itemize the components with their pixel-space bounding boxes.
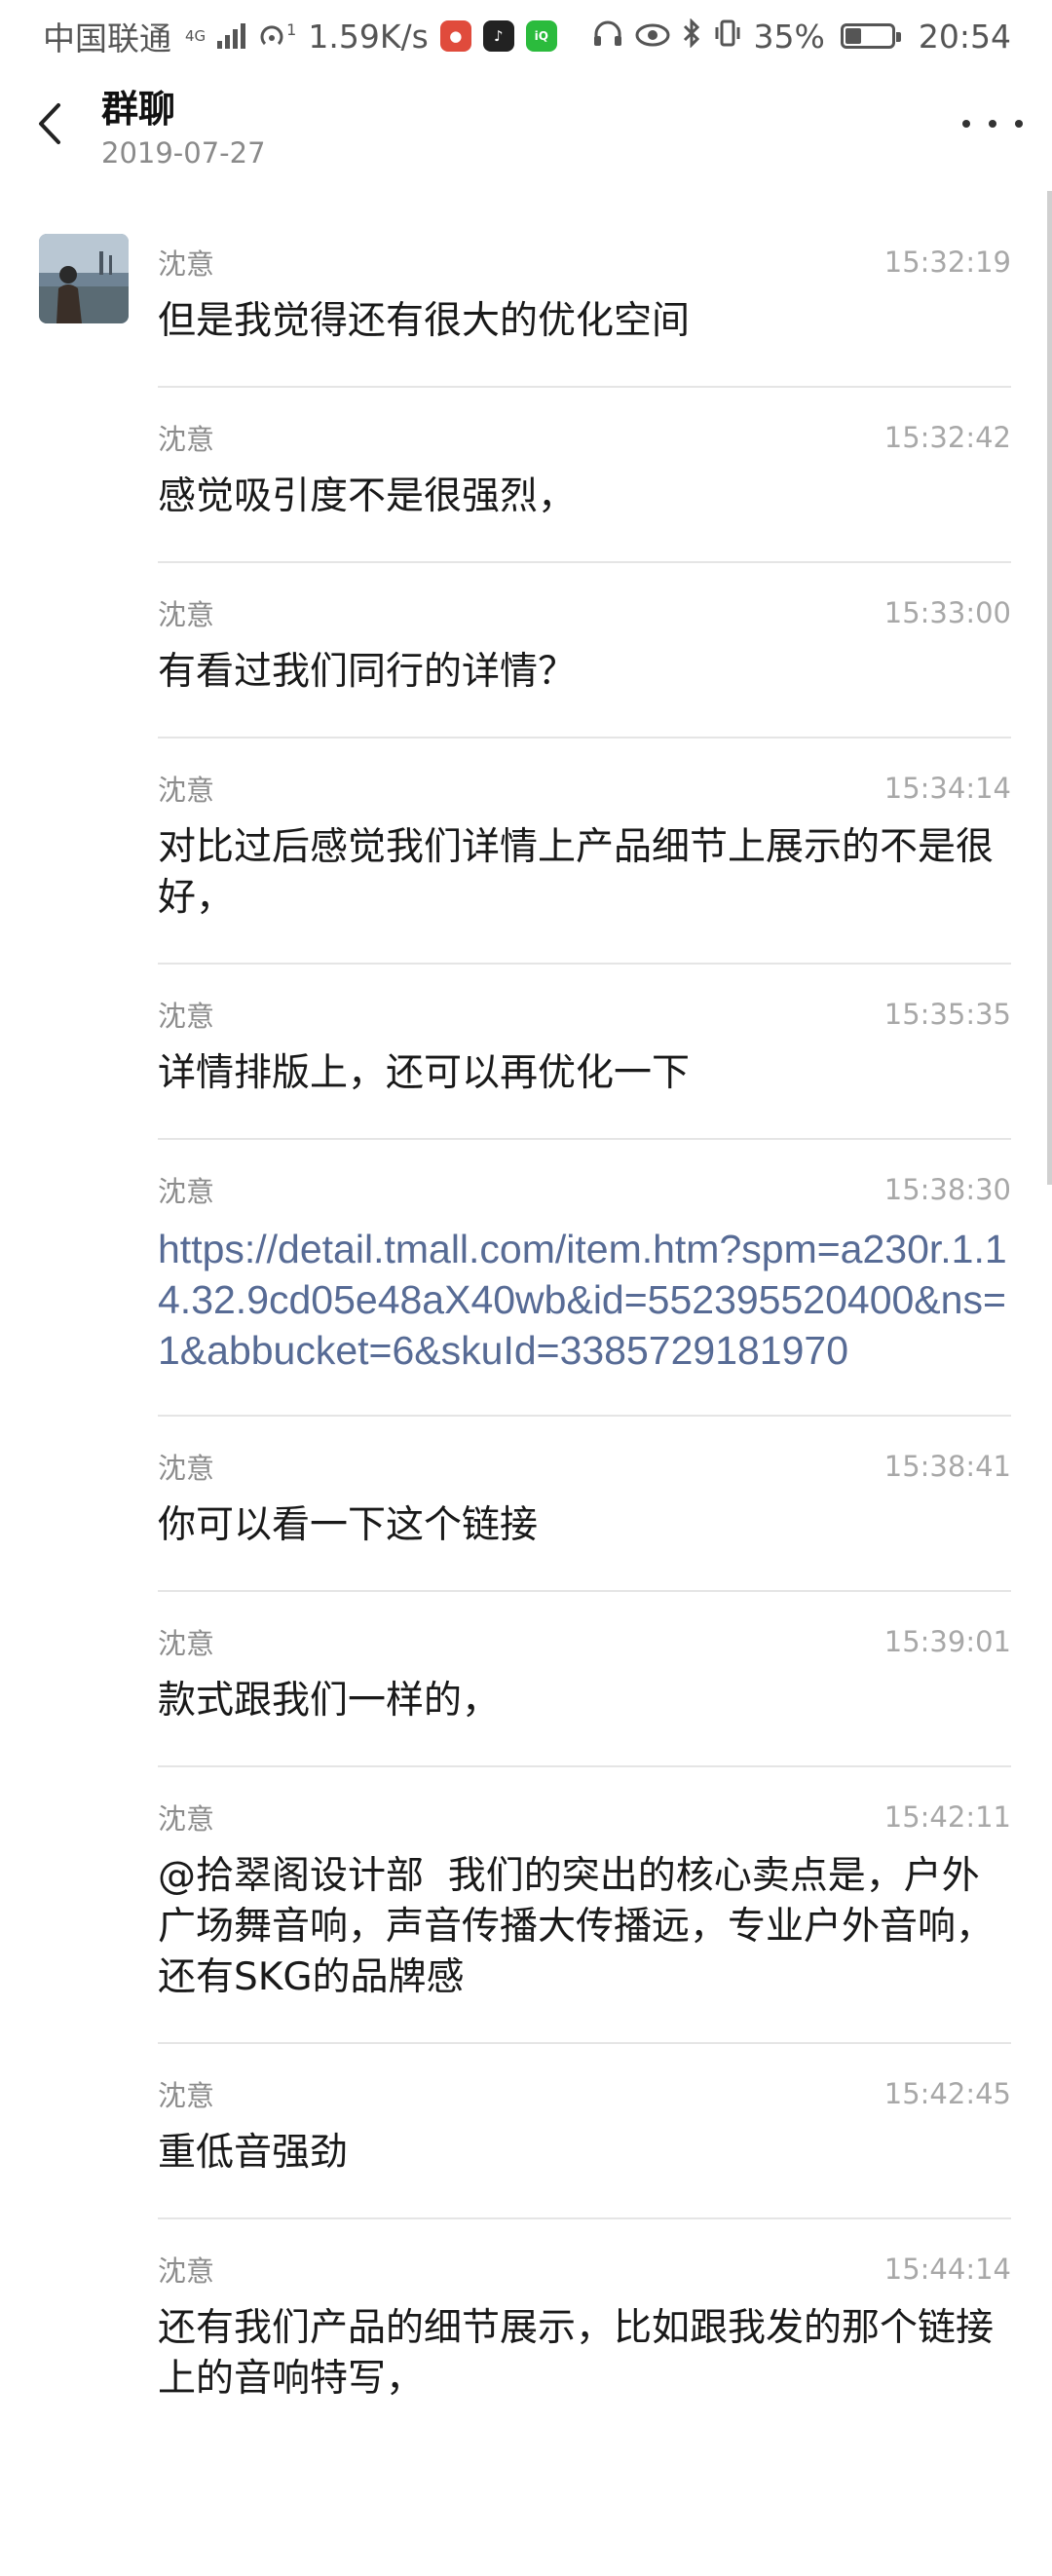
message-text: 有看过我们同行的详情？ [158,650,577,694]
message-text: @拾翠阁设计部 我们的突出的核心卖点是，户外 广场舞音响，声音传播大传播远，专业… [158,1854,995,1999]
sender-name: 沈意 [158,247,215,281]
battery-percent: 35% [753,17,825,56]
sender-name: 沈意 [158,1452,215,1485]
list-item[interactable]: 沈意 15:34:14 对比过后感觉我们详情上产品细节上展示的不是很好， [158,756,1011,965]
list-item[interactable]: 沈意 15:38:30 https://detail.tmall.com/ite… [158,1157,1011,1417]
signal-icon [217,23,246,49]
sender-name: 沈意 [158,598,215,631]
status-time: 20:54 [918,17,1011,56]
message-time: 15:44:14 [883,2253,1011,2286]
sender-name: 沈意 [158,1627,215,1660]
message-text: 款式跟我们一样的， [158,1679,501,1723]
message-text: 还有我们产品的细节展示，比如跟我发的那个链接上的音响特写， [158,2306,995,2401]
page-title: 群聊 [101,88,176,131]
eye-icon [635,18,670,56]
headphones-icon [592,18,623,56]
back-arrow-icon [39,103,60,144]
tiktok-icon: ♪ [482,20,514,52]
message-text: 重低音强劲 [158,2131,349,2175]
more-options-button[interactable] [962,101,1023,146]
message-time: 15:42:11 [883,1800,1011,1834]
sender-name: 沈意 [158,423,215,456]
vibrate-icon [713,18,742,56]
list-item[interactable]: 沈意 15:33:00 有看过我们同行的详情？ [158,581,1011,739]
message-time: 15:32:19 [883,246,1011,279]
message-text: 详情排版上，还可以再优化一下 [158,1051,691,1095]
battery-icon [840,23,901,49]
app-notification-icon: ● [439,20,471,52]
sender-name: 沈意 [158,2254,215,2288]
message-text: 但是我觉得还有很大的优化空间 [158,299,691,343]
status-bar: 中国联通 4G 1 1.59K/s ● ♪ iQ 35% 20:54 [0,0,1052,72]
list-item[interactable]: 沈意 15:42:45 重低音强劲 [158,2062,1011,2219]
sender-name: 沈意 [158,1175,215,1208]
message-time: 15:38:41 [883,1450,1011,1483]
message-list: 沈意 15:32:19 但是我觉得还有很大的优化空间 沈意 15:32:42 感… [0,230,1052,2461]
more-dots-icon [962,120,970,128]
title-block: 群聊 2019-07-27 [101,86,266,171]
message-time: 15:32:42 [883,421,1011,454]
iqiyi-icon: iQ [525,20,557,52]
avatar[interactable] [39,234,129,323]
list-item[interactable]: 沈意 15:39:01 款式跟我们一样的， [158,1610,1011,1767]
list-item[interactable]: 沈意 15:44:14 还有我们产品的细节展示，比如跟我发的那个链接上的音响特写… [158,2237,1011,2443]
list-item[interactable]: 沈意 15:32:19 但是我觉得还有很大的优化空间 [158,230,1011,388]
message-text: 对比过后感觉我们详情上产品细节上展示的不是很好， [158,825,995,920]
list-item[interactable]: 沈意 15:35:35 详情排版上，还可以再优化一下 [158,982,1011,1140]
message-time: 15:35:35 [883,998,1011,1031]
message-link[interactable]: https://detail.tmall.com/item.htm?spm=a2… [158,1224,1011,1376]
sender-name: 沈意 [158,1000,215,1033]
list-item[interactable]: 沈意 15:32:42 感觉吸引度不是很强烈， [158,405,1011,563]
network-speed: 1.59K/s [308,17,429,56]
sender-name: 沈意 [158,774,215,807]
sender-name: 沈意 [158,2079,215,2112]
message-time: 15:39:01 [883,1625,1011,1658]
message-time: 15:34:14 [883,772,1011,805]
list-item[interactable]: 沈意 15:38:41 你可以看一下这个链接 [158,1434,1011,1592]
bluetooth-icon [682,17,701,56]
sender-name: 沈意 [158,1802,215,1836]
message-text: 感觉吸引度不是很强烈， [158,474,577,518]
list-item[interactable]: 沈意 15:42:11 @拾翠阁设计部 我们的突出的核心卖点是，户外 广场舞音响… [158,1785,1011,2044]
message-time: 15:33:00 [883,596,1011,629]
message-time: 15:42:45 [883,2077,1011,2110]
chat-date: 2019-07-27 [101,136,266,170]
chat-header: 群聊 2019-07-27 [0,72,1052,189]
message-time: 15:38:30 [883,1173,1011,1206]
back-button[interactable] [25,94,78,154]
message-text: 你可以看一下这个链接 [158,1503,539,1547]
hotspot-icon: 1 [257,22,296,50]
network-type-icon: 4G [185,26,207,45]
carrier-label: 中国联通 [43,19,171,57]
